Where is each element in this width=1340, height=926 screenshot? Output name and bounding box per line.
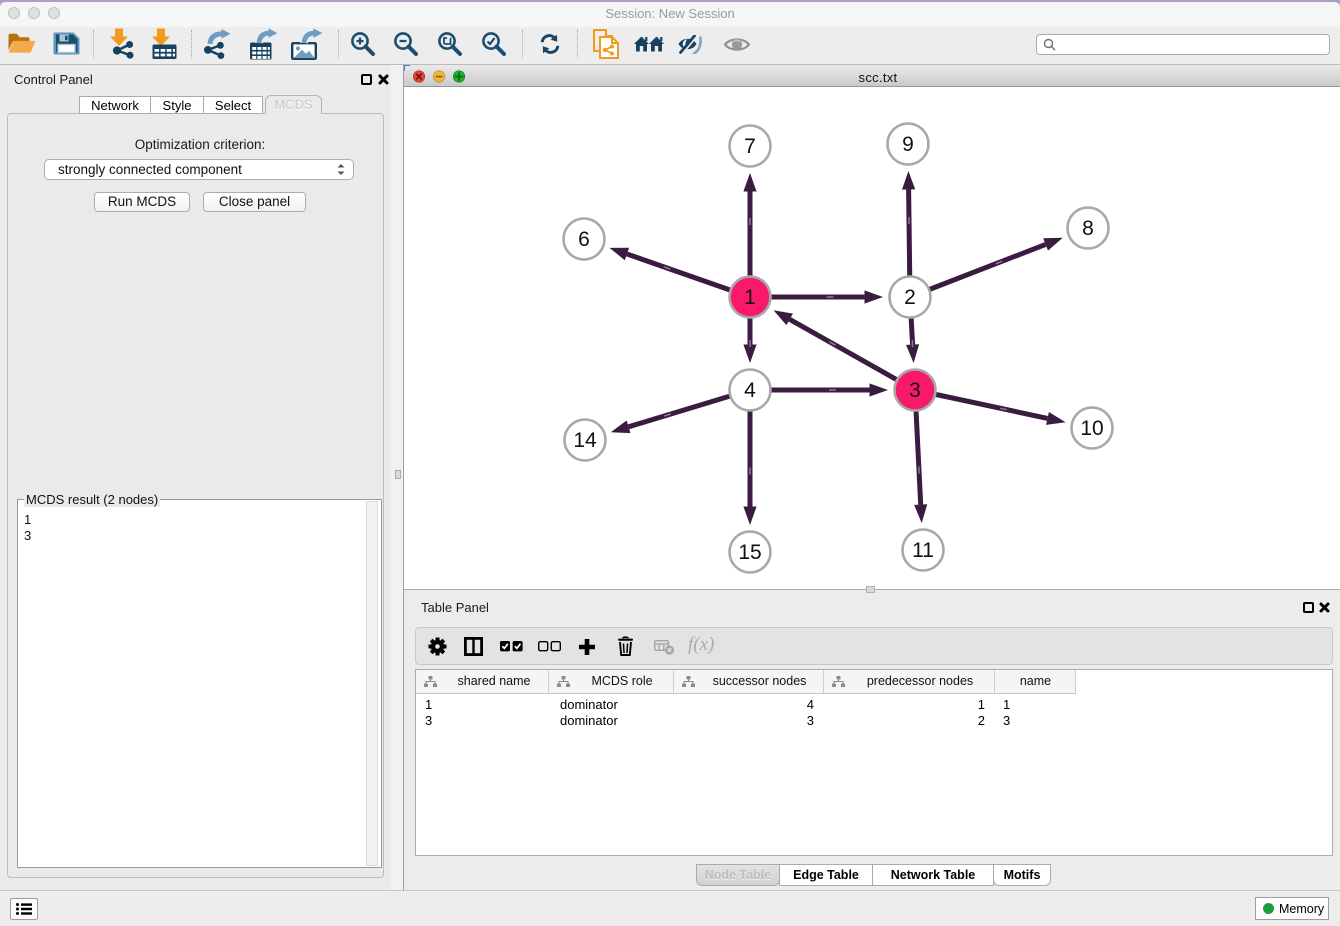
svg-text:8: 8 — [1082, 217, 1094, 240]
svg-text:7: 7 — [744, 135, 756, 158]
svg-text:15: 15 — [738, 541, 761, 564]
svg-text:6: 6 — [578, 228, 590, 251]
svg-text:1: 1 — [744, 286, 756, 309]
svg-text:14: 14 — [573, 429, 597, 452]
svg-text:10: 10 — [1080, 417, 1103, 440]
svg-text:11: 11 — [912, 539, 934, 562]
svg-text:3: 3 — [909, 379, 921, 402]
svg-text:4: 4 — [744, 379, 756, 402]
svg-text:2: 2 — [904, 286, 916, 309]
svg-text:9: 9 — [902, 133, 914, 156]
